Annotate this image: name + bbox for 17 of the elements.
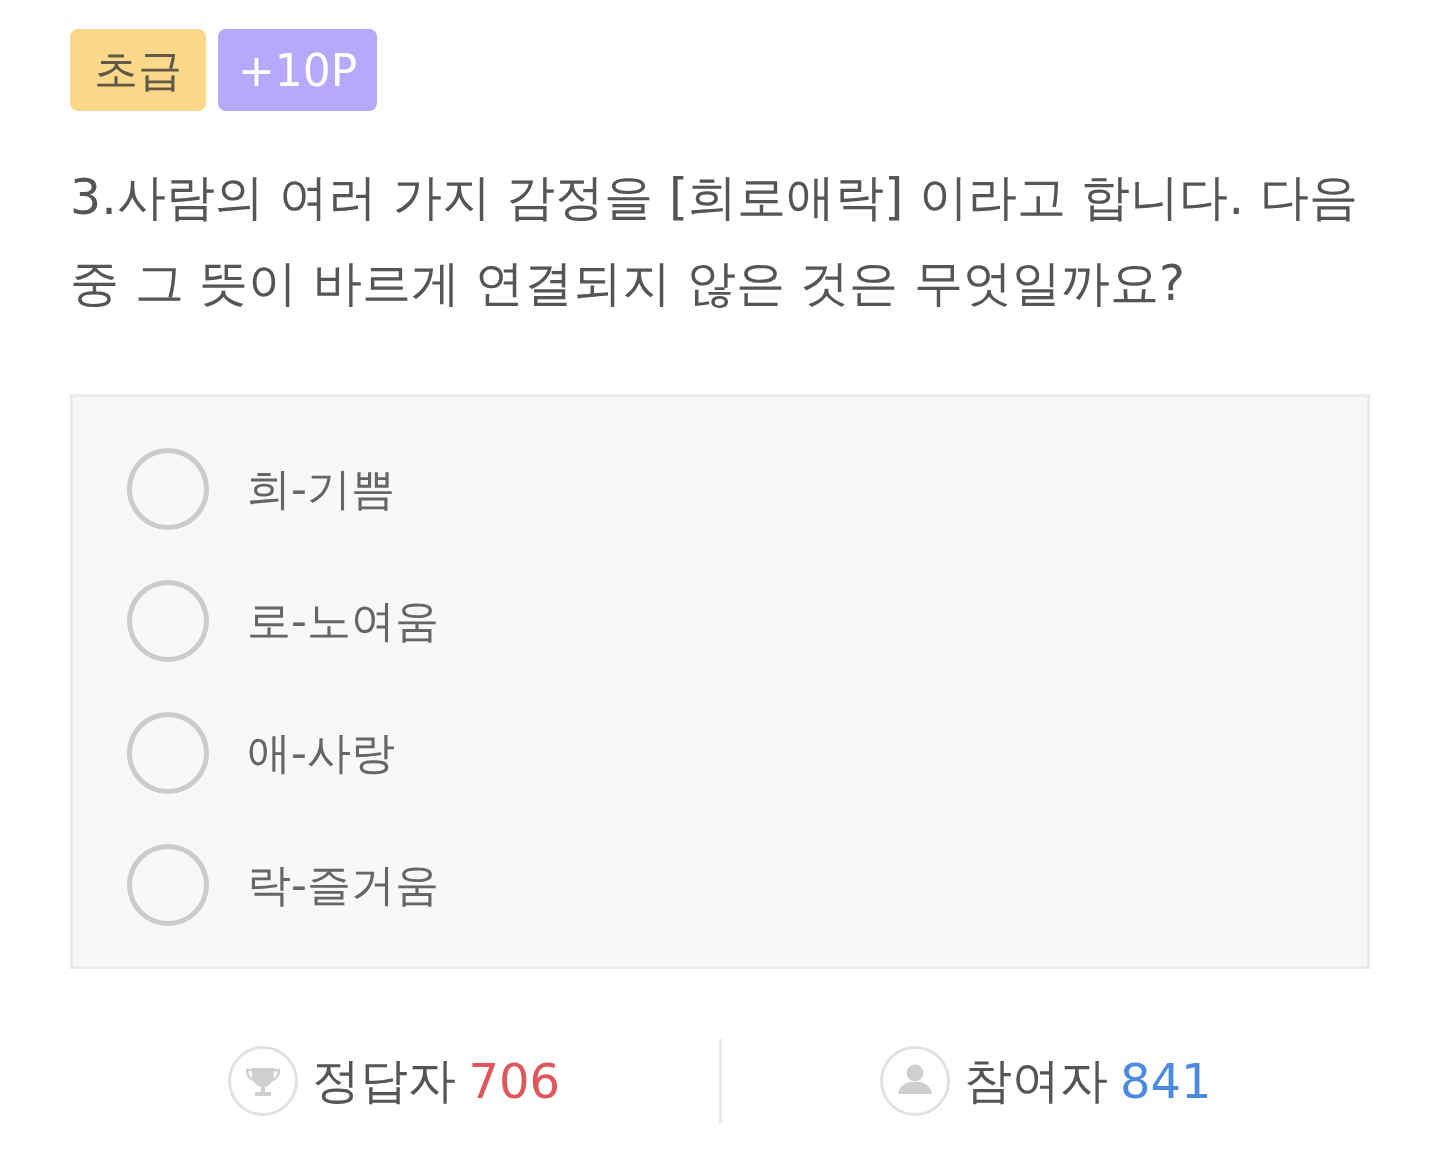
option-label[interactable]: 애-사랑 [247,723,395,783]
option-label[interactable]: 로-노여움 [247,591,439,651]
radio-button[interactable] [127,712,209,794]
radio-button[interactable] [127,580,209,662]
option-label[interactable]: 락-즐거움 [247,855,439,915]
radio-button[interactable] [127,448,209,530]
radio-button[interactable] [127,844,209,926]
option-label[interactable]: 희-기쁨 [247,459,395,519]
stat-label: 정답자 [312,1051,457,1110]
points-badge: +10P [218,29,378,111]
stat-count: 706 [468,1053,561,1109]
trophy-icon [228,1046,299,1116]
level-badge: 초급 [70,29,206,111]
stat-count: 841 [1119,1053,1212,1109]
stat-label: 참여자 [963,1051,1108,1110]
person-icon [879,1046,950,1116]
question-text: 3.사람의 여러 가지 감정을 [희로애락] 이라고 합니다. 다음 중 그 뜻이 바르게 연결되지 않은 것은 무엇일까요? [70,168,1359,314]
